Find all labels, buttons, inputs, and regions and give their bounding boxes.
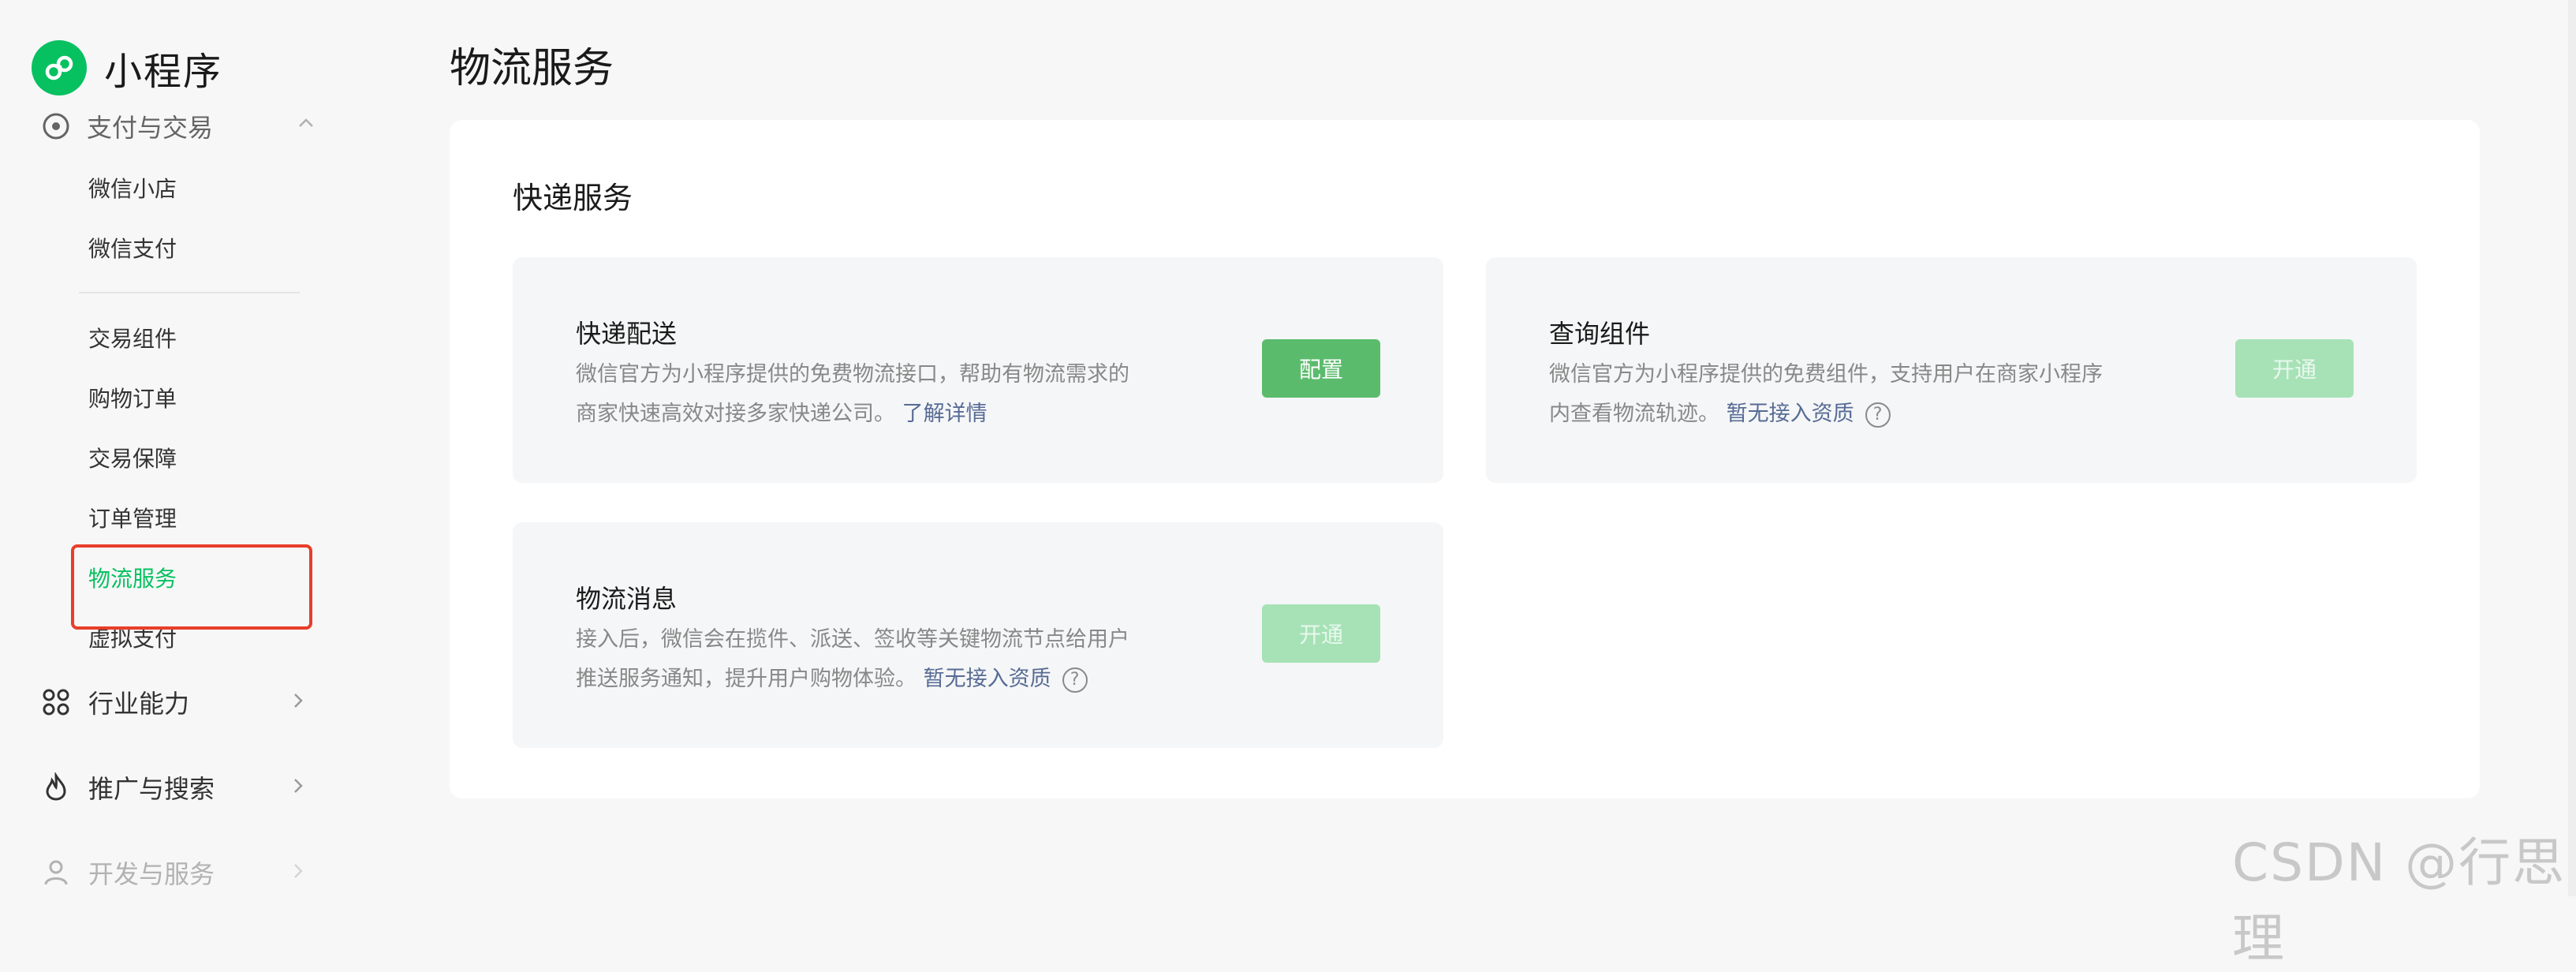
- nav-group-label: 行业能力: [88, 689, 190, 719]
- sidebar-item-weixin-shop[interactable]: 微信小店: [88, 174, 177, 205]
- brand-title: 小程序: [104, 50, 223, 94]
- users-icon: [44, 860, 68, 885]
- industry-icon: [43, 689, 69, 716]
- learn-more-link[interactable]: 了解详情: [902, 402, 987, 426]
- highlight-box: [71, 544, 312, 630]
- scrollbar[interactable]: [2568, 0, 2576, 896]
- card-title: 查询组件: [1549, 319, 1651, 349]
- mini-program-logo-icon: [32, 40, 87, 95]
- card-description: 微信官方为小程序提供的免费组件，支持用户在商家小程序 内查看物流轨迹。 暂无接入…: [1549, 355, 2149, 434]
- card-title: 快递配送: [576, 319, 678, 349]
- card-desc-line: 内查看物流轨迹。: [1549, 402, 1719, 426]
- sidebar-item-trade-guarantee[interactable]: 交易保障: [88, 443, 177, 475]
- sidebar-item-order-management[interactable]: 订单管理: [88, 503, 177, 535]
- nav-group-promotion-search[interactable]: 推广与搜索: [41, 765, 309, 809]
- help-icon[interactable]: ?: [1865, 402, 1891, 428]
- sidebar-item-trade-component[interactable]: 交易组件: [88, 323, 177, 355]
- nav-group-label: 支付与交易: [87, 113, 214, 143]
- card-desc-line: 接入后，微信会在揽件、派送、签收等关键物流节点给用户: [576, 627, 1129, 652]
- sidebar: 支付与交易 小程序 微信小店 微信支付 交易组件 购物订单 交易保障 订单管理 …: [0, 0, 394, 896]
- brand: 小程序: [32, 38, 363, 98]
- chevron-right-icon: [287, 690, 309, 715]
- chevron-right-icon: [287, 860, 309, 885]
- enable-button[interactable]: 开通: [1262, 604, 1380, 663]
- nav-group-industry[interactable]: 行业能力: [41, 680, 309, 724]
- chevron-right-icon: [287, 775, 309, 800]
- no-qualification-link[interactable]: 暂无接入资质: [1727, 402, 1854, 426]
- nav-group-label: 推广与搜索: [88, 774, 215, 804]
- card-description: 接入后，微信会在揽件、派送、签收等关键物流节点给用户 推送服务通知，提升用户购物…: [576, 620, 1175, 699]
- help-icon[interactable]: ?: [1062, 667, 1088, 693]
- content-panel: 快递服务 快递配送 微信官方为小程序提供的免费物流接口，帮助有物流需求的 商家快…: [450, 120, 2480, 798]
- flame-icon: [46, 772, 66, 801]
- card-desc-line: 微信官方为小程序提供的免费组件，支持用户在商家小程序: [1549, 362, 2103, 387]
- card-query-component: 查询组件 微信官方为小程序提供的免费组件，支持用户在商家小程序 内查看物流轨迹。…: [1486, 257, 2417, 483]
- nav-group-payment-trade[interactable]: 支付与交易: [41, 104, 317, 148]
- sidebar-item-weixin-pay[interactable]: 微信支付: [88, 234, 177, 265]
- configure-button[interactable]: 配置: [1262, 339, 1380, 398]
- chevron-up-icon: [295, 112, 317, 140]
- no-qualification-link[interactable]: 暂无接入资质: [924, 667, 1051, 691]
- payment-icon: [43, 113, 69, 140]
- nav-group-label: 开发与服务: [88, 859, 215, 889]
- card-title: 物流消息: [576, 584, 678, 614]
- page-title: 物流服务: [450, 45, 614, 92]
- card-express-delivery: 快递配送 微信官方为小程序提供的免费物流接口，帮助有物流需求的 商家快速高效对接…: [513, 257, 1443, 483]
- card-description: 微信官方为小程序提供的免费物流接口，帮助有物流需求的 商家快速高效对接多家快递公…: [576, 355, 1175, 434]
- sidebar-divider: [79, 292, 300, 293]
- sidebar-item-shopping-orders[interactable]: 购物订单: [88, 383, 177, 415]
- card-desc-line: 推送服务通知，提升用户购物体验。: [576, 667, 917, 691]
- card-desc-line: 微信官方为小程序提供的免费物流接口，帮助有物流需求的: [576, 362, 1129, 387]
- card-logistics-message: 物流消息 接入后，微信会在揽件、派送、签收等关键物流节点给用户 推送服务通知，提…: [513, 522, 1443, 748]
- enable-button[interactable]: 开通: [2235, 339, 2354, 398]
- card-desc-line: 商家快速高效对接多家快递公司。: [576, 402, 895, 426]
- section-title: 快递服务: [513, 181, 633, 215]
- nav-group-dev-service[interactable]: 开发与服务: [41, 850, 309, 895]
- watermark: CSDN @行思理: [2232, 832, 2567, 969]
